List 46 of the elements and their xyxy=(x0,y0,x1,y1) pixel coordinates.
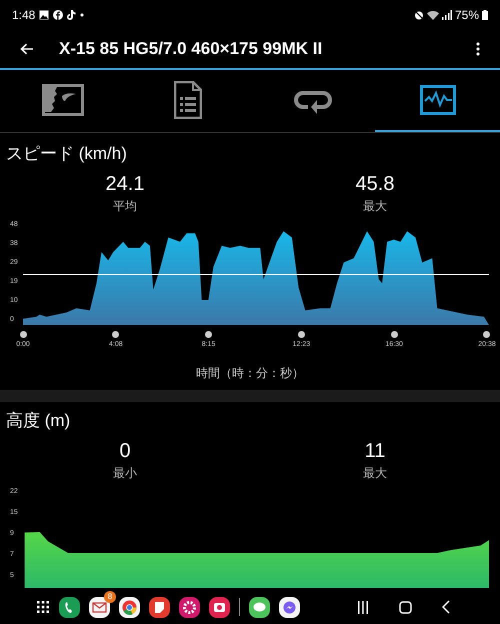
stat-label: 最大 xyxy=(363,198,387,214)
time-marker-icon xyxy=(112,330,120,338)
notes-app-icon[interactable] xyxy=(149,596,170,618)
mail-app-icon[interactable] xyxy=(89,596,110,618)
stat-value: 45.8 xyxy=(356,172,394,196)
stat-value: 0 xyxy=(119,438,131,464)
notification-badge: 8 xyxy=(104,590,116,602)
app-grid-icon[interactable] xyxy=(36,600,50,614)
map-icon xyxy=(42,84,84,116)
circle-f-icon xyxy=(53,10,64,20)
axis-title: 時間（時：分：秒） xyxy=(195,365,305,382)
battery-icon xyxy=(482,10,488,20)
time-marker-icon xyxy=(483,330,490,338)
time-marker-icon xyxy=(390,330,398,338)
status-time: 1:48 xyxy=(12,7,36,24)
stat-label: 平均 xyxy=(113,198,137,214)
screen-title: X-15 85 HG5/7.0 460×175 99MK II xyxy=(59,38,324,60)
gallery-icon xyxy=(39,10,50,20)
section-title: スピード (km/h) xyxy=(5,143,128,165)
browser-app-icon[interactable] xyxy=(119,596,140,618)
stat-value: 11 xyxy=(364,438,386,464)
recent-apps-icon[interactable] xyxy=(357,600,369,614)
messenger-app-icon[interactable] xyxy=(279,596,300,618)
section-title: 高度 (m) xyxy=(5,410,72,432)
camera-app-icon[interactable] xyxy=(209,596,230,618)
back-arrow-icon[interactable] xyxy=(20,43,34,55)
music-note-icon xyxy=(67,10,76,20)
time-marker-icon xyxy=(298,330,305,338)
line-graph-icon xyxy=(420,85,456,115)
flower-app-icon[interactable] xyxy=(179,596,200,618)
more-options-icon[interactable] xyxy=(476,42,480,56)
alarm-off-icon xyxy=(414,10,424,20)
dot-icon xyxy=(80,13,84,17)
stat-label: 最小 xyxy=(113,464,137,482)
time-marker-icon xyxy=(20,330,26,338)
stat-label: 最大 xyxy=(363,464,387,482)
stat-value: 24.1 xyxy=(106,172,144,196)
time-marker-icon xyxy=(205,330,212,338)
battery-percent: 75% xyxy=(454,7,479,24)
home-icon[interactable] xyxy=(399,600,412,614)
back-icon[interactable] xyxy=(442,600,450,614)
document-list-icon xyxy=(174,81,202,119)
phone-app-icon[interactable] xyxy=(59,596,80,618)
chat-bubble-app-icon[interactable] xyxy=(249,596,270,618)
wifi-icon xyxy=(426,10,439,20)
signal-icon xyxy=(442,10,452,20)
